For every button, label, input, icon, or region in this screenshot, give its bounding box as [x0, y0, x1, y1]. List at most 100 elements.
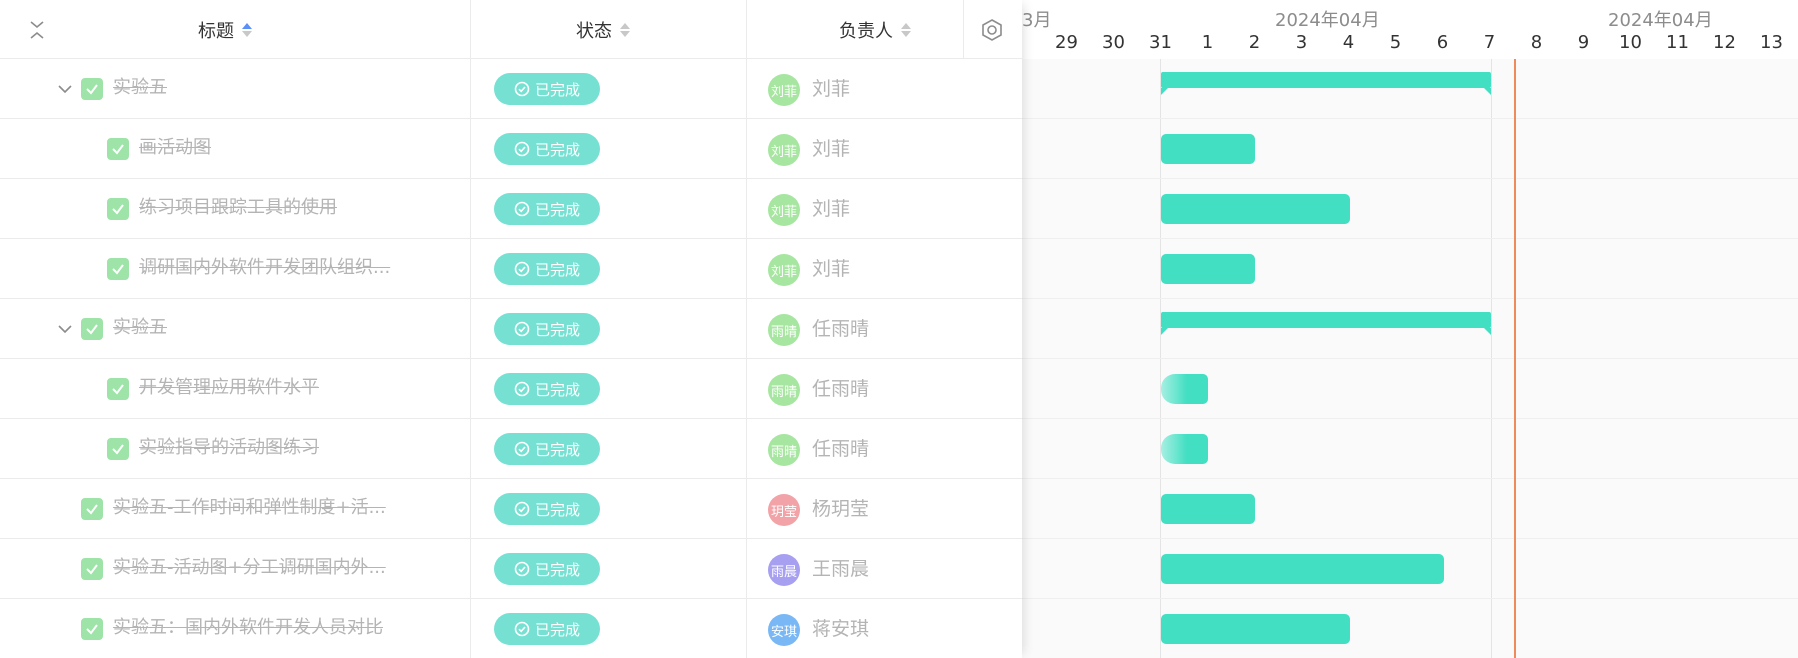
day-label: 31 [1149, 32, 1172, 53]
collapse-all-icon[interactable] [24, 17, 50, 43]
day-label: 10 [1619, 32, 1642, 53]
day-label: 8 [1530, 32, 1543, 53]
task-title[interactable]: 开发管理应用软件水平 [139, 375, 319, 401]
table-row[interactable]: 实验指导的活动图练习 已完成 雨晴 任雨晴 [0, 419, 1022, 479]
column-header-title[interactable]: 标题 [150, 0, 300, 59]
day-label: 3 [1295, 32, 1308, 53]
timeline-row [1022, 179, 1798, 239]
task-title[interactable]: 调研国内外软件开发团队组织... [139, 255, 390, 281]
sort-icon[interactable] [242, 21, 252, 39]
completed-checkbox[interactable] [81, 318, 103, 340]
check-circle-icon [514, 321, 530, 337]
task-title[interactable]: 实验指导的活动图练习 [139, 435, 319, 461]
column-divider [963, 0, 964, 59]
day-label: 6 [1436, 32, 1449, 53]
avatar: 雨晴 [768, 314, 800, 346]
timeline-header: 3月 2024年04月 2024年04月 29 30 31 1 2 3 4 5 … [1022, 0, 1798, 59]
day-label: 2 [1248, 32, 1261, 53]
task-bar[interactable] [1161, 614, 1350, 644]
table-row[interactable]: 实验五 已完成 雨晴 任雨晴 [0, 299, 1022, 359]
task-bar[interactable] [1161, 434, 1208, 464]
group-summary-bar[interactable] [1161, 312, 1491, 335]
task-bar[interactable] [1161, 254, 1255, 284]
table-row[interactable]: 实验五：国内外软件开发人员对比 已完成 安琪 蒋安琪 [0, 599, 1022, 658]
completed-checkbox[interactable] [107, 138, 129, 160]
status-badge[interactable]: 已完成 [494, 373, 600, 405]
task-title[interactable]: 画活动图 [139, 135, 211, 161]
owner-name: 刘菲 [812, 78, 851, 100]
chevron-down-icon[interactable] [56, 320, 74, 338]
month-label: 2024年04月 [1608, 10, 1713, 31]
status-badge[interactable]: 已完成 [494, 433, 600, 465]
completed-checkbox[interactable] [81, 558, 103, 580]
day-label: 29 [1055, 32, 1078, 53]
column-header-owner[interactable]: 负责人 [800, 0, 950, 59]
timeline-row [1022, 299, 1798, 359]
column-header-status[interactable]: 状态 [528, 0, 678, 59]
status-badge[interactable]: 已完成 [494, 253, 600, 285]
status-badge[interactable]: 已完成 [494, 133, 600, 165]
task-bar[interactable] [1161, 134, 1255, 164]
status-badge[interactable]: 已完成 [494, 313, 600, 345]
sort-icon[interactable] [901, 21, 911, 39]
day-label: 5 [1389, 32, 1402, 53]
table-row[interactable]: 实验五-活动图+分工调研国内外... 已完成 雨晨 王雨晨 [0, 539, 1022, 599]
timeline-row [1022, 59, 1798, 119]
status-label: 已完成 [534, 320, 580, 339]
timeline-row [1022, 239, 1798, 299]
task-bar[interactable] [1161, 494, 1255, 524]
month-label: 2024年04月 [1275, 10, 1380, 31]
check-circle-icon [514, 501, 530, 517]
check-circle-icon [514, 441, 530, 457]
owner-name: 王雨晨 [812, 558, 870, 580]
completed-checkbox[interactable] [81, 618, 103, 640]
table-row[interactable]: 调研国内外软件开发团队组织... 已完成 刘菲 刘菲 [0, 239, 1022, 299]
table-row[interactable]: 实验五 已完成 刘菲 刘菲 [0, 59, 1022, 119]
task-title[interactable]: 实验五 [113, 75, 167, 101]
status-badge[interactable]: 已完成 [494, 493, 600, 525]
check-circle-icon [514, 201, 530, 217]
task-title[interactable]: 实验五-工作时间和弹性制度+活... [113, 495, 386, 521]
status-label: 已完成 [534, 560, 580, 579]
status-label: 已完成 [534, 380, 580, 399]
status-badge[interactable]: 已完成 [494, 193, 600, 225]
status-label: 已完成 [534, 500, 580, 519]
task-title[interactable]: 实验五：国内外软件开发人员对比 [113, 615, 383, 641]
task-bar[interactable] [1161, 554, 1444, 584]
completed-checkbox[interactable] [107, 378, 129, 400]
column-status-label: 状态 [576, 20, 612, 42]
table-header: 标题 状态 负责人 [0, 0, 1022, 59]
timeline-row [1022, 119, 1798, 179]
column-owner-label: 负责人 [839, 20, 893, 42]
chevron-down-icon[interactable] [56, 80, 74, 98]
task-bar[interactable] [1161, 374, 1208, 404]
table-row[interactable]: 练习项目跟踪工具的使用 已完成 刘菲 刘菲 [0, 179, 1022, 239]
completed-checkbox[interactable] [81, 498, 103, 520]
timeline-row [1022, 479, 1798, 539]
table-row[interactable]: 实验五-工作时间和弹性制度+活... 已完成 玥莹 杨玥莹 [0, 479, 1022, 539]
status-badge[interactable]: 已完成 [494, 553, 600, 585]
owner-name: 刘菲 [812, 198, 851, 220]
avatar: 刘菲 [768, 134, 800, 166]
task-title[interactable]: 实验五-活动图+分工调研国内外... [113, 555, 386, 581]
completed-checkbox[interactable] [107, 258, 129, 280]
day-label: 7 [1483, 32, 1496, 53]
status-badge[interactable]: 已完成 [494, 73, 600, 105]
group-summary-bar[interactable] [1161, 72, 1491, 95]
completed-checkbox[interactable] [107, 438, 129, 460]
table-row[interactable]: 画活动图 已完成 刘菲 刘菲 [0, 119, 1022, 179]
task-title[interactable]: 实验五 [113, 315, 167, 341]
status-badge[interactable]: 已完成 [494, 613, 600, 645]
settings-hexagon-icon[interactable] [978, 16, 1006, 44]
gantt-timeline: 3月 2024年04月 2024年04月 29 30 31 1 2 3 4 5 … [1022, 0, 1798, 658]
sort-icon[interactable] [620, 21, 630, 39]
table-row[interactable]: 开发管理应用软件水平 已完成 雨晴 任雨晴 [0, 359, 1022, 419]
task-title[interactable]: 练习项目跟踪工具的使用 [139, 195, 337, 221]
owner-name: 任雨晴 [812, 318, 870, 340]
completed-checkbox[interactable] [81, 78, 103, 100]
task-bar[interactable] [1161, 194, 1350, 224]
day-label: 13 [1760, 32, 1783, 53]
day-label: 9 [1577, 32, 1590, 53]
completed-checkbox[interactable] [107, 198, 129, 220]
today-marker-line [1514, 59, 1516, 658]
